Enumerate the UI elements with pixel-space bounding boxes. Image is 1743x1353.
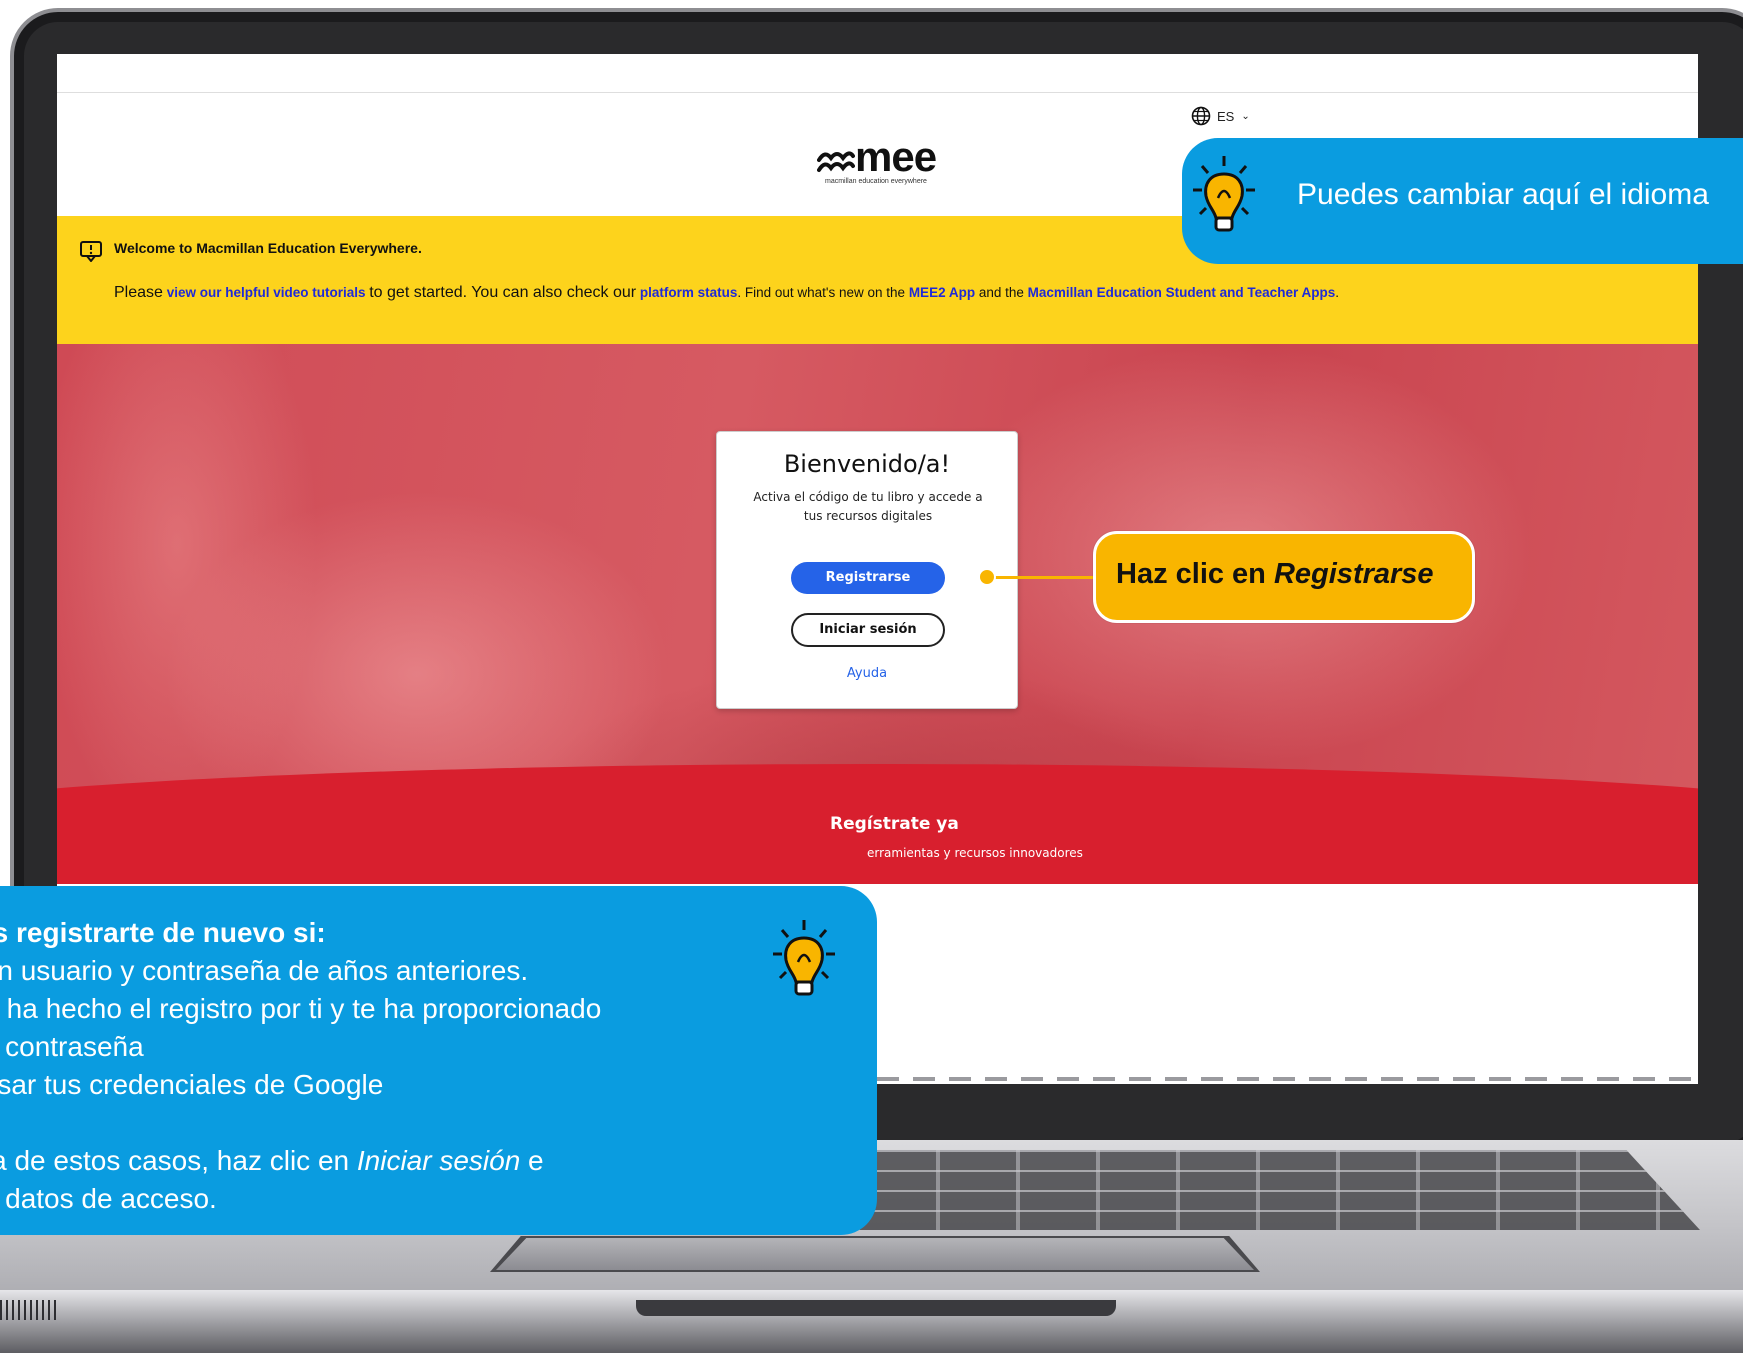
browser-top-rule <box>57 92 1698 93</box>
video-tutorials-link[interactable]: view our helpful video tutorials <box>167 285 366 300</box>
lightbulb-icon <box>773 920 835 996</box>
promo-band: Regístrate ya erramientas y recursos inn… <box>57 814 1698 884</box>
banner-text-started: to get started. You can also check our <box>369 284 637 301</box>
info-line-4: o y contraseña <box>0 1031 144 1062</box>
globe-icon <box>1191 106 1211 126</box>
banner-title: Welcome to Macmillan Education Everywher… <box>114 240 422 256</box>
banner-text-findout: . Find out what's new on the <box>737 285 906 300</box>
mee-logo-mark <box>817 151 855 172</box>
logo-tagline: macmillan education everywhere <box>825 178 927 185</box>
register-callout-dot <box>978 568 996 586</box>
info-line-2: s un usuario y contraseña de años anteri… <box>0 955 529 986</box>
logo-wordmark: mee <box>855 133 937 180</box>
info-callout-text: itas registrarte de nuevo si: s un usuar… <box>0 914 601 1218</box>
platform-status-link[interactable]: platform status <box>640 285 738 300</box>
login-button[interactable]: Iniciar sesión <box>791 613 945 647</box>
lightbulb-icon <box>1193 156 1255 232</box>
register-callout-text: Haz clic en Registrarse <box>1116 558 1434 591</box>
info-line-5: s usar tus credenciales de Google <box>0 1069 384 1100</box>
mee2-app-link[interactable]: MEE2 App <box>909 285 975 300</box>
page-fold-dashes <box>877 1077 1698 1081</box>
login-card: Bienvenido/a! Activa el código de tu lib… <box>716 431 1018 709</box>
laptop-trackpad <box>496 1238 1254 1270</box>
info-line-6: iera de estos casos, haz clic en Iniciar… <box>0 1142 601 1180</box>
mee-logo[interactable]: mee macmillan education everywhere <box>817 134 957 190</box>
register-callout-prefix: Haz clic en <box>1116 558 1274 590</box>
language-callout: Puedes cambiar aquí el idioma <box>1182 138 1743 264</box>
re-register-info-callout: itas registrarte de nuevo si: s un usuar… <box>0 886 877 1235</box>
banner-text-end: . <box>1335 285 1339 300</box>
language-label: ES <box>1217 108 1235 124</box>
register-callout-connector <box>990 576 1096 579</box>
tutorial-slide: ES ⌄ mee macmillan education everywhere … <box>0 0 1743 1353</box>
help-link[interactable]: Ayuda <box>717 666 1017 681</box>
student-teacher-apps-link[interactable]: Macmillan Education Student and Teacher … <box>1028 285 1336 300</box>
laptop-notch <box>636 1300 1116 1316</box>
language-callout-text: Puedes cambiar aquí el idioma <box>1297 178 1709 211</box>
notice-icon <box>80 241 102 262</box>
promo-title: Regístrate ya <box>830 814 959 834</box>
laptop-vents <box>0 1300 60 1320</box>
card-title: Bienvenido/a! <box>783 450 951 478</box>
info-line-6-suffix: e <box>520 1145 544 1176</box>
laptop-keyboard-rows <box>780 1150 1700 1230</box>
card-subtitle: Activa el código de tu libro y accede a … <box>753 490 983 523</box>
info-line-6-emphasis: Iniciar sesión <box>356 1145 521 1176</box>
register-callout: Haz clic en Registrarse <box>1093 531 1475 623</box>
info-line-6-prefix: iera de estos casos, haz clic en <box>0 1145 350 1176</box>
register-callout-emphasis: Registrarse <box>1273 558 1434 590</box>
promo-subtitle: erramientas y recursos innovadores <box>867 846 1083 860</box>
banner-text-and: and the <box>978 285 1024 300</box>
register-button[interactable]: Registrarse <box>791 562 945 594</box>
info-line-1: itas registrarte de nuevo si: <box>0 917 326 948</box>
info-line-7: tus datos de acceso. <box>0 1183 217 1214</box>
language-switcher[interactable]: ES ⌄ <box>1191 106 1250 126</box>
chevron-down-icon: ⌄ <box>1241 110 1250 122</box>
banner-text-please: Please <box>114 284 163 301</box>
info-line-3: sor ha hecho el registro por ti y te ha … <box>0 993 602 1024</box>
banner-text: Please view our helpful video tutorials … <box>114 284 1339 302</box>
